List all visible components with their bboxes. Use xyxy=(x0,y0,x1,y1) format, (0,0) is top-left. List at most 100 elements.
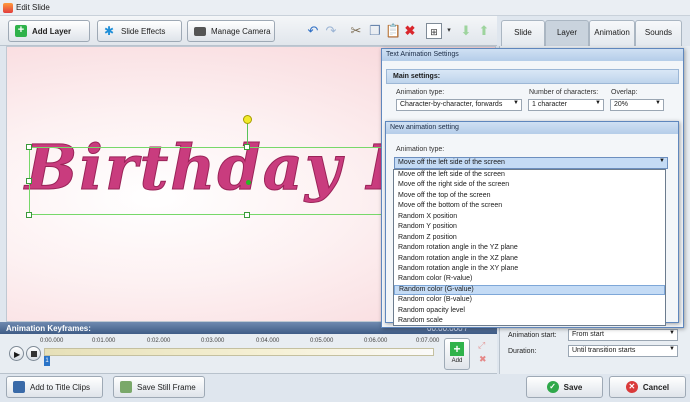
list-item[interactable]: Random opacity level xyxy=(394,306,665,316)
window-titlebar: Edit Slide xyxy=(0,0,690,16)
play-button[interactable]: ▶ xyxy=(9,346,24,361)
keyframe-track[interactable] xyxy=(44,348,434,356)
resize-handle[interactable] xyxy=(26,144,32,150)
slide-effects-label: Slide Effects xyxy=(121,26,166,36)
num-chars-select[interactable]: 1 character ▼ xyxy=(528,99,604,111)
duration-value: Until transition starts xyxy=(572,347,636,354)
ruler-label: 0:00.000 xyxy=(40,338,64,344)
animation-type-select[interactable]: Character-by-character, forwards ▼ xyxy=(396,99,522,111)
resize-handle[interactable] xyxy=(26,178,32,184)
keyframe-marker[interactable]: 1 xyxy=(44,356,50,366)
dialog-title: New animation setting xyxy=(386,122,678,134)
undo-icon[interactable]: ↶ xyxy=(305,23,321,39)
paste-icon[interactable]: 📋 xyxy=(385,23,401,39)
new-animation-type-value: Move off the left side of the screen xyxy=(398,159,505,166)
duration-select[interactable]: Until transition starts ▼ xyxy=(568,345,678,357)
delete-icon[interactable]: ✖ xyxy=(402,23,418,39)
tab-layer[interactable]: Layer xyxy=(545,20,589,46)
overlap-value: 20% xyxy=(614,101,629,108)
property-tabs: Slide Layer Animation Sounds xyxy=(499,16,690,46)
add-layer-button[interactable]: + Add Layer xyxy=(8,20,90,42)
overlap-select[interactable]: 20% ▼ xyxy=(610,99,664,111)
tab-slide[interactable]: Slide xyxy=(501,20,545,46)
save-still-frame-button[interactable]: Save Still Frame xyxy=(113,376,205,398)
move-down-icon[interactable]: ⬇ xyxy=(458,23,474,39)
chevron-down-icon: ▼ xyxy=(513,100,519,106)
align-icon[interactable]: ⊞ xyxy=(426,23,442,39)
animation-type-dropdown-list: Move off the left side of the screen Mov… xyxy=(393,169,666,326)
chevron-down-icon[interactable]: ▾ xyxy=(441,23,457,39)
keyframes-panel: ▶ 0:00.000 0:01.000 0:02.000 0:03.000 0:… xyxy=(0,334,497,374)
checkmark-icon: ✓ xyxy=(546,381,559,393)
slide-effects-button[interactable]: ✱ Slide Effects xyxy=(97,20,182,42)
add-keyframe-label: Add xyxy=(451,358,463,364)
tab-animation[interactable]: Animation xyxy=(589,20,635,46)
image-icon xyxy=(120,381,132,393)
duration-label: Duration: xyxy=(508,348,537,355)
add-keyframe-button[interactable]: + Add xyxy=(444,338,470,370)
list-item[interactable]: Random Z position xyxy=(394,233,665,243)
window-title: Edit Slide xyxy=(16,3,50,12)
close-icon: ✕ xyxy=(625,381,638,393)
list-item[interactable]: Random X position xyxy=(394,212,665,222)
cut-icon[interactable]: ✂ xyxy=(348,23,364,39)
chevron-down-icon: ▼ xyxy=(669,330,675,336)
tab-sounds[interactable]: Sounds xyxy=(635,20,682,46)
list-item[interactable]: Move off the left side of the screen xyxy=(394,170,665,180)
list-item[interactable]: Random color (B-value) xyxy=(394,295,665,305)
main-toolbar: + Add Layer ✱ Slide Effects Manage Camer… xyxy=(0,16,497,46)
animation-type-value: Character-by-character, forwards xyxy=(400,101,503,108)
add-to-title-clips-label: Add to Title Clips xyxy=(30,382,91,392)
list-item[interactable]: Random Y position xyxy=(394,222,665,232)
bottom-bar: Add to Title Clips Save Still Frame ✓ Sa… xyxy=(0,374,690,402)
ruler-label: 0:06.000 xyxy=(364,338,388,344)
keyframe-edit-icon[interactable]: ⤢ xyxy=(478,340,485,351)
center-point[interactable] xyxy=(246,180,251,185)
redo-icon[interactable]: ↷ xyxy=(323,23,339,39)
ruler-label: 0:05.000 xyxy=(310,338,334,344)
list-item[interactable]: Random rotation angle in the XY plane xyxy=(394,264,665,274)
ruler-label: 0:03.000 xyxy=(201,338,225,344)
resize-handle[interactable] xyxy=(26,212,32,218)
manage-camera-button[interactable]: Manage Camera xyxy=(187,20,275,42)
keyframe-delete-icon[interactable]: ✖ xyxy=(479,354,487,365)
save-still-frame-label: Save Still Frame xyxy=(137,382,196,392)
move-up-icon[interactable]: ⬆ xyxy=(476,23,492,39)
resize-handle[interactable] xyxy=(244,212,250,218)
save-button[interactable]: ✓ Save xyxy=(526,376,603,398)
list-item[interactable]: Random scale xyxy=(394,316,665,326)
resize-handle[interactable] xyxy=(244,144,250,150)
plus-icon: + xyxy=(15,25,27,37)
cancel-label: Cancel xyxy=(642,382,670,392)
chevron-down-icon: ▼ xyxy=(669,346,675,352)
camera-icon xyxy=(194,26,206,36)
list-item[interactable]: Move off the bottom of the screen xyxy=(394,201,665,211)
chevron-down-icon: ▼ xyxy=(595,100,601,106)
chevron-down-icon: ▼ xyxy=(659,158,665,164)
ruler-label: 0:07.000 xyxy=(416,338,440,344)
stop-button[interactable] xyxy=(26,346,41,361)
new-animation-type-select[interactable]: Move off the left side of the screen ▼ xyxy=(394,157,668,169)
num-chars-label: Number of characters: xyxy=(529,89,599,96)
list-item[interactable]: Move off the top of the screen xyxy=(394,191,665,201)
ruler-label: 0:01.000 xyxy=(92,338,116,344)
animation-start-label: Animation start: xyxy=(508,332,557,339)
play-icon: ▶ xyxy=(14,350,21,359)
list-item[interactable]: Random rotation angle in the XZ plane xyxy=(394,254,665,264)
animation-start-select[interactable]: From start ▼ xyxy=(568,329,678,341)
stop-icon xyxy=(31,351,37,357)
plus-icon: + xyxy=(450,342,464,356)
list-item[interactable]: Random rotation angle in the YZ plane xyxy=(394,243,665,253)
list-item[interactable]: Move off the right side of the screen xyxy=(394,180,665,190)
manage-camera-label: Manage Camera xyxy=(211,26,271,36)
add-layer-label: Add Layer xyxy=(32,26,72,36)
animation-start-value: From start xyxy=(572,331,604,338)
rotation-handle[interactable] xyxy=(243,115,252,124)
new-animation-type-label: Animation type: xyxy=(396,146,445,153)
list-item-highlighted[interactable]: Random color (G-value) xyxy=(394,284,665,296)
list-item[interactable]: Random color (R-value) xyxy=(394,274,665,284)
copy-icon[interactable]: ❐ xyxy=(367,23,383,39)
cancel-button[interactable]: ✕ Cancel xyxy=(609,376,686,398)
keyframes-title: Animation Keyframes: xyxy=(6,324,91,333)
add-to-title-clips-button[interactable]: Add to Title Clips xyxy=(6,376,103,398)
